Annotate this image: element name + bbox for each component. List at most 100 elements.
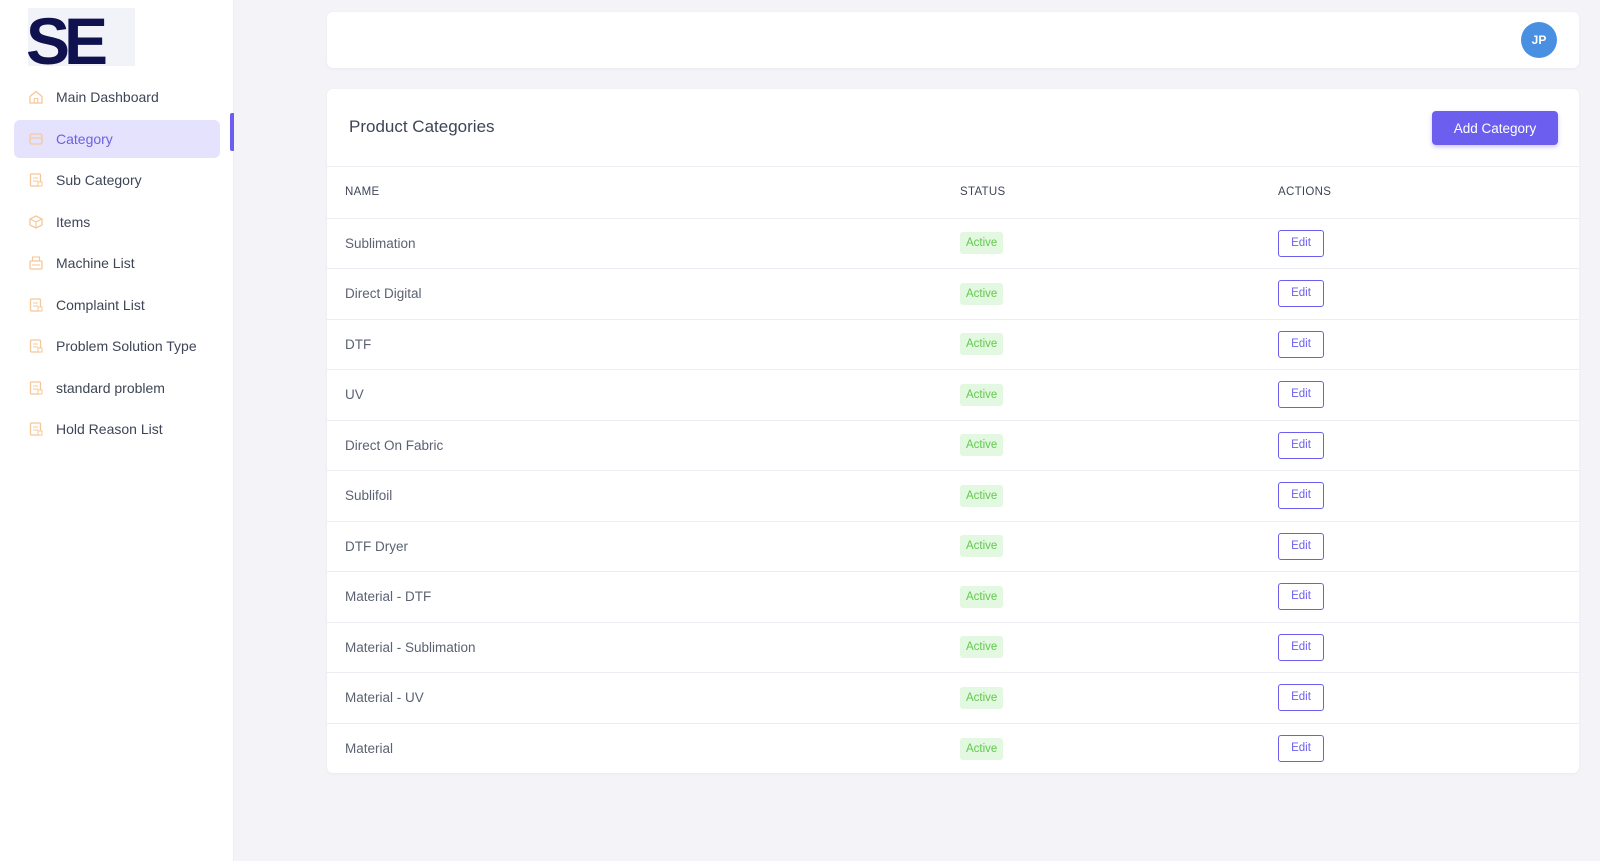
status-cell: Active <box>960 268 1278 320</box>
actions-cell: Edit <box>1278 672 1579 724</box>
edit-button[interactable]: Edit <box>1278 381 1324 409</box>
column-header-name: NAME <box>327 167 960 219</box>
table-row: Material - DTF Active Edit <box>327 571 1579 623</box>
actions-cell: Edit <box>1278 319 1579 370</box>
box-icon <box>28 214 44 230</box>
actions-cell: Edit <box>1278 268 1579 320</box>
svg-text:SE: SE <box>28 8 106 66</box>
category-name: Sublifoil <box>327 470 960 522</box>
status-badge: Active <box>960 737 1004 760</box>
status-badge: Active <box>960 636 1004 659</box>
sidebar-item-standard-problem[interactable]: standard problem <box>14 369 220 407</box>
category-name: Sublimation <box>327 218 960 269</box>
sidebar: SE Main Dashboard Category Sub Category <box>0 0 234 861</box>
actions-cell: Edit <box>1278 521 1579 572</box>
brand-logo[interactable]: SE <box>28 8 135 66</box>
edit-button[interactable]: Edit <box>1278 583 1324 611</box>
machine-icon <box>28 255 44 271</box>
edit-button[interactable]: Edit <box>1278 229 1324 257</box>
document-icon <box>28 421 44 437</box>
edit-button[interactable]: Edit <box>1278 280 1324 308</box>
active-nav-indicator <box>230 113 234 151</box>
category-icon <box>28 131 44 147</box>
card-header: Product Categories Add Category <box>327 89 1579 167</box>
sidebar-item-label: Hold Reason List <box>56 421 163 437</box>
document-icon <box>28 297 44 313</box>
category-name: Material - Sublimation <box>327 622 960 673</box>
sidebar-item-complaint-list[interactable]: Complaint List <box>14 286 220 324</box>
actions-cell: Edit <box>1278 420 1579 471</box>
table-row: UV Active Edit <box>327 369 1579 421</box>
status-cell: Active <box>960 420 1278 471</box>
categories-card: Product Categories Add Category NAME STA… <box>327 89 1579 773</box>
table-row: Material - Sublimation Active Edit <box>327 622 1579 673</box>
sidebar-item-category[interactable]: Category <box>14 119 220 158</box>
edit-button[interactable]: Edit <box>1278 431 1324 459</box>
edit-button[interactable]: Edit <box>1278 482 1324 510</box>
sidebar-item-label: Sub Category <box>56 172 142 188</box>
sidebar-item-sub-category[interactable]: Sub Category <box>14 161 220 199</box>
document-icon <box>28 172 44 188</box>
status-cell: Active <box>960 723 1278 774</box>
table-row: Material Active Edit <box>327 723 1579 774</box>
category-name: UV <box>327 369 960 421</box>
document-icon <box>28 338 44 354</box>
table-body: Sublimation Active Edit Direct Digital Activ… <box>327 218 1579 774</box>
categories-table: NAME STATUS ACTIONS Sublimation Active Edi… <box>327 167 1579 774</box>
edit-button[interactable]: Edit <box>1278 532 1324 560</box>
user-avatar[interactable]: JP <box>1521 22 1557 58</box>
edit-button[interactable]: Edit <box>1278 735 1324 762</box>
top-bar: JP <box>327 12 1579 68</box>
status-cell: Active <box>960 622 1278 673</box>
table-row: DTF Dryer Active Edit <box>327 521 1579 572</box>
sidebar-item-label: Main Dashboard <box>56 89 159 105</box>
actions-cell: Edit <box>1278 571 1579 623</box>
edit-button[interactable]: Edit <box>1278 633 1324 661</box>
sidebar-item-main-dashboard[interactable]: Main Dashboard <box>14 78 220 116</box>
column-header-status: STATUS <box>960 167 1278 219</box>
sidebar-item-label: Category <box>56 130 113 147</box>
home-icon <box>28 89 44 105</box>
actions-cell: Edit <box>1278 369 1579 421</box>
table-header-row: NAME STATUS ACTIONS <box>327 167 1579 219</box>
sidebar-item-problem-solution-type[interactable]: Problem Solution Type <box>14 327 220 365</box>
actions-cell: Edit <box>1278 622 1579 673</box>
status-badge: Active <box>960 333 1004 356</box>
status-badge: Active <box>960 383 1004 406</box>
edit-button[interactable]: Edit <box>1278 330 1324 358</box>
category-name: Material - DTF <box>327 571 960 623</box>
status-cell: Active <box>960 218 1278 269</box>
actions-cell: Edit <box>1278 470 1579 522</box>
status-cell: Active <box>960 571 1278 623</box>
actions-cell: Edit <box>1278 723 1579 774</box>
status-badge: Active <box>960 282 1004 305</box>
column-header-actions: ACTIONS <box>1278 167 1579 219</box>
status-badge: Active <box>960 585 1004 608</box>
sidebar-nav: Main Dashboard Category Sub Category Ite… <box>14 78 220 452</box>
status-cell: Active <box>960 470 1278 522</box>
table-row: Sublimation Active Edit <box>327 218 1579 269</box>
category-name: Direct On Fabric <box>327 420 960 471</box>
sidebar-item-label: Items <box>56 213 91 230</box>
edit-button[interactable]: Edit <box>1278 684 1324 712</box>
table-row: Direct Digital Active Edit <box>327 268 1579 320</box>
sidebar-item-machine-list[interactable]: Machine List <box>14 244 220 282</box>
sidebar-item-items[interactable]: Items <box>14 203 220 241</box>
status-cell: Active <box>960 521 1278 572</box>
status-cell: Active <box>960 369 1278 421</box>
add-category-button[interactable]: Add Category <box>1432 111 1558 145</box>
category-name: Material <box>345 741 394 756</box>
page-title: Product Categories <box>349 117 495 136</box>
category-name: DTF Dryer <box>327 521 960 572</box>
status-badge: Active <box>960 484 1004 507</box>
sidebar-item-label: standard problem <box>56 379 165 396</box>
sidebar-item-label: Complaint List <box>56 296 145 313</box>
status-badge: Active <box>960 434 1004 457</box>
sidebar-item-hold-reason-list[interactable]: Hold Reason List <box>14 410 220 448</box>
category-name: DTF <box>327 319 960 370</box>
sidebar-item-label: Machine List <box>56 255 135 271</box>
category-name: Material - UV <box>327 672 960 724</box>
status-cell: Active <box>960 319 1278 370</box>
category-name: Direct Digital <box>327 268 960 320</box>
document-icon <box>28 380 44 396</box>
